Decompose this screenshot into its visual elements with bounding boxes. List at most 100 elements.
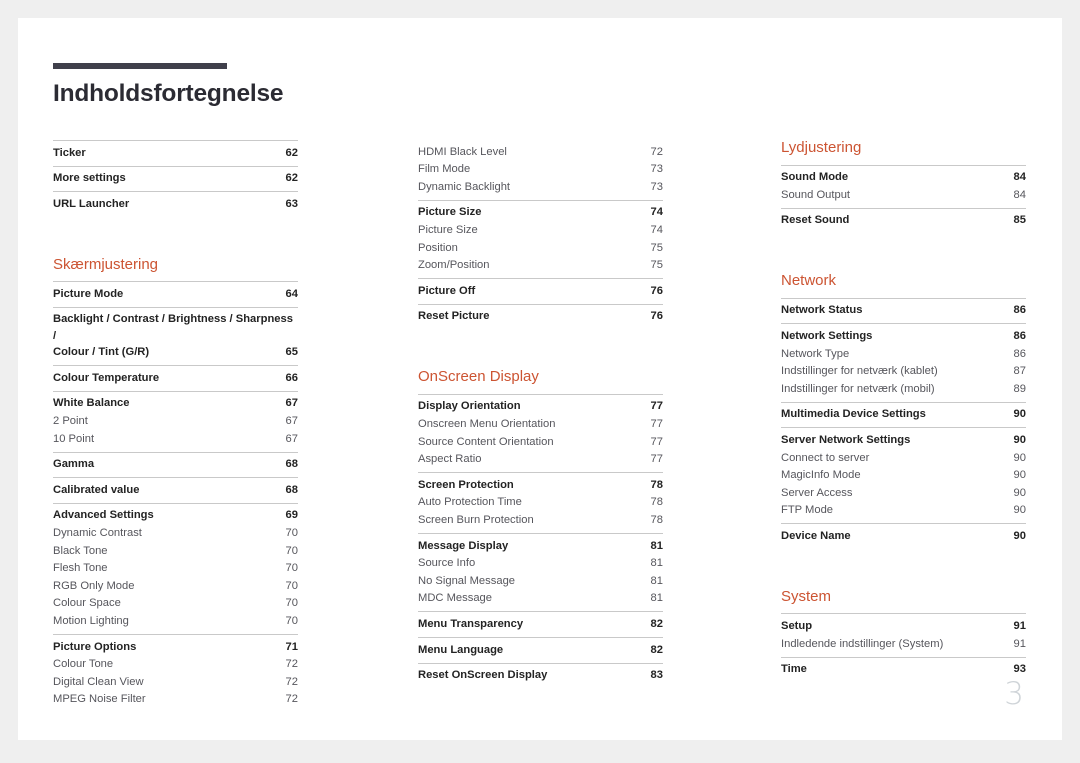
toc-entry-page: 90 [1013, 433, 1026, 446]
toc-entry[interactable]: Multimedia Device Settings 90 [781, 406, 1026, 424]
toc-entry[interactable]: Network Type 86 [781, 345, 1026, 363]
toc-entry[interactable]: MPEG Noise Filter 72 [53, 691, 298, 709]
toc-entry[interactable]: Colour Space 70 [53, 595, 298, 613]
toc-entry[interactable]: Server Access 90 [781, 484, 1026, 502]
toc-entry[interactable]: MDC Message 81 [418, 590, 663, 608]
toc-entry[interactable]: Reset OnScreen Display 83 [418, 667, 663, 685]
toc-entry[interactable]: Indstillinger for netværk (mobil) 89 [781, 380, 1026, 398]
toc-entry[interactable]: Motion Lighting 70 [53, 612, 298, 630]
page-title: Indholdsfortegnelse [53, 80, 284, 107]
title-rule [53, 63, 227, 69]
toc-entry-label: Indledende indstillinger (System) [781, 637, 944, 650]
toc-entry[interactable]: Setup 91 [781, 617, 1026, 635]
toc-entry[interactable]: More settings 62 [53, 170, 298, 188]
toc-entry[interactable]: Connect to server 90 [781, 449, 1026, 467]
toc-entry[interactable]: Picture Off 76 [418, 282, 663, 300]
toc-entry[interactable]: HDMI Black Level 72 [418, 143, 663, 161]
toc-entry[interactable]: Calibrated value 68 [53, 481, 298, 499]
toc-entry[interactable]: Reset Picture 76 [418, 308, 663, 326]
toc-entry[interactable]: Menu Transparency 82 [418, 615, 663, 633]
toc-entry-label: Backlight / Contrast / Brightness / Shar… [53, 313, 293, 342]
toc-entry[interactable]: Dynamic Contrast 70 [53, 524, 298, 542]
toc-entry[interactable]: Flesh Tone 70 [53, 560, 298, 578]
toc-entry[interactable]: Film Mode 73 [418, 161, 663, 179]
toc-entry-label: Source Content Orientation [418, 435, 554, 448]
toc-entry[interactable]: Display Orientation 77 [418, 398, 663, 416]
toc-entry[interactable]: Picture Size 74 [418, 204, 663, 222]
toc-entry[interactable]: Source Info 81 [418, 555, 663, 573]
toc-entry-label: Onscreen Menu Orientation [418, 418, 556, 431]
toc-entry[interactable]: Auto Protection Time 78 [418, 494, 663, 512]
toc-entry[interactable]: Device Name 90 [781, 527, 1026, 545]
toc-entry[interactable]: Digital Clean View 72 [53, 673, 298, 691]
toc-entry[interactable]: Position 75 [418, 239, 663, 257]
toc-entry-label: MagicInfo Mode [781, 469, 861, 482]
toc-entry[interactable]: Sound Mode 84 [781, 169, 1026, 187]
toc-entry-page: 68 [285, 483, 298, 496]
toc-entry[interactable]: Menu Language 82 [418, 641, 663, 659]
toc-entry[interactable]: URL Launcher 63 [53, 195, 298, 213]
toc-entry-label-line2: Colour / Tint (G/R) [53, 346, 150, 359]
toc-entry-page: 77 [650, 400, 663, 413]
toc-entry-label: Source Info [418, 557, 476, 570]
toc-entry[interactable]: Picture Mode 64 [53, 285, 298, 303]
toc-entry-label: No Signal Message [418, 574, 516, 587]
toc-entry[interactable]: 10 Point 67 [53, 430, 298, 448]
toc-entry-label: Sound Mode [781, 171, 849, 184]
toc-entry-label: Zoom/Position [418, 259, 490, 272]
toc-entry[interactable]: Ticker 62 [53, 144, 298, 162]
toc-entry[interactable]: Network Settings 86 [781, 327, 1026, 345]
toc-entry-label: Time [781, 663, 807, 676]
toc-entry[interactable]: Colour Temperature 66 [53, 369, 298, 387]
toc-group: Gamma 68 [53, 451, 298, 478]
toc-entry[interactable]: Reset Sound 85 [781, 212, 1026, 230]
toc-entry[interactable]: Aspect Ratio 77 [418, 451, 663, 469]
toc-entry[interactable]: Sound Output 84 [781, 186, 1026, 204]
toc-entry-page: 81 [650, 557, 663, 570]
toc-entry[interactable]: Backlight / Contrast / Brightness / Shar… [53, 311, 298, 361]
toc-entry-label: Motion Lighting [53, 615, 129, 627]
toc-entry[interactable]: Black Tone 70 [53, 542, 298, 560]
toc-entry-page: 71 [285, 640, 298, 653]
toc-entry-label: Screen Protection [418, 478, 514, 491]
toc-entry[interactable]: Picture Options 71 [53, 638, 298, 656]
toc-entry[interactable]: Dynamic Backlight 73 [418, 178, 663, 196]
toc-entry-page: 72 [285, 675, 298, 688]
toc-entry-label: Picture Options [53, 640, 137, 653]
toc-entry[interactable]: RGB Only Mode 70 [53, 577, 298, 595]
title-block: Indholdsfortegnelse [53, 63, 284, 107]
toc-entry-label: Dynamic Contrast [53, 527, 142, 540]
toc-entry[interactable]: Gamma 68 [53, 456, 298, 474]
toc-entry-label: Reset OnScreen Display [418, 669, 548, 682]
toc-entry[interactable]: Network Status 86 [781, 302, 1026, 320]
toc-entry[interactable]: Server Network Settings 90 [781, 431, 1026, 449]
toc-entry-page: 63 [285, 197, 298, 210]
toc-entry-label: Network Settings [781, 329, 873, 342]
toc-entry[interactable]: Screen Protection 78 [418, 476, 663, 494]
toc-entry[interactable]: Picture Size 74 [418, 221, 663, 239]
toc-entry-label: FTP Mode [781, 504, 834, 517]
toc-entry-page: 70 [285, 615, 298, 627]
toc-entry[interactable]: Indledende indstillinger (System) 91 [781, 635, 1026, 653]
toc-entry[interactable]: 2 Point 67 [53, 412, 298, 430]
toc-entry[interactable]: Indstillinger for netværk (kablet) 87 [781, 363, 1026, 381]
toc-entry[interactable]: Screen Burn Protection 78 [418, 511, 663, 529]
toc-entry[interactable]: No Signal Message 81 [418, 572, 663, 590]
toc-entry-label: MDC Message [418, 592, 492, 605]
toc-entry-page: 78 [650, 496, 663, 509]
toc-group: Multimedia Device Settings 90 [781, 401, 1026, 428]
toc-entry-page: 69 [285, 509, 298, 522]
toc-entry[interactable]: Time 93 [781, 661, 1026, 679]
toc-entry-page: 70 [285, 544, 298, 557]
toc-entry[interactable]: Source Content Orientation 77 [418, 433, 663, 451]
toc-entry[interactable]: Advanced Settings 69 [53, 507, 298, 525]
toc-entry[interactable]: FTP Mode 90 [781, 502, 1026, 520]
toc-entry[interactable]: White Balance 67 [53, 395, 298, 413]
toc-entry-page: 65 [285, 346, 298, 359]
toc-entry[interactable]: Colour Tone 72 [53, 656, 298, 674]
toc-entry[interactable]: Message Display 81 [418, 537, 663, 555]
toc-entry[interactable]: Zoom/Position 75 [418, 257, 663, 275]
toc-group: URL Launcher 63 [53, 191, 298, 217]
toc-entry[interactable]: Onscreen Menu Orientation 77 [418, 415, 663, 433]
toc-entry[interactable]: MagicInfo Mode 90 [781, 467, 1026, 485]
